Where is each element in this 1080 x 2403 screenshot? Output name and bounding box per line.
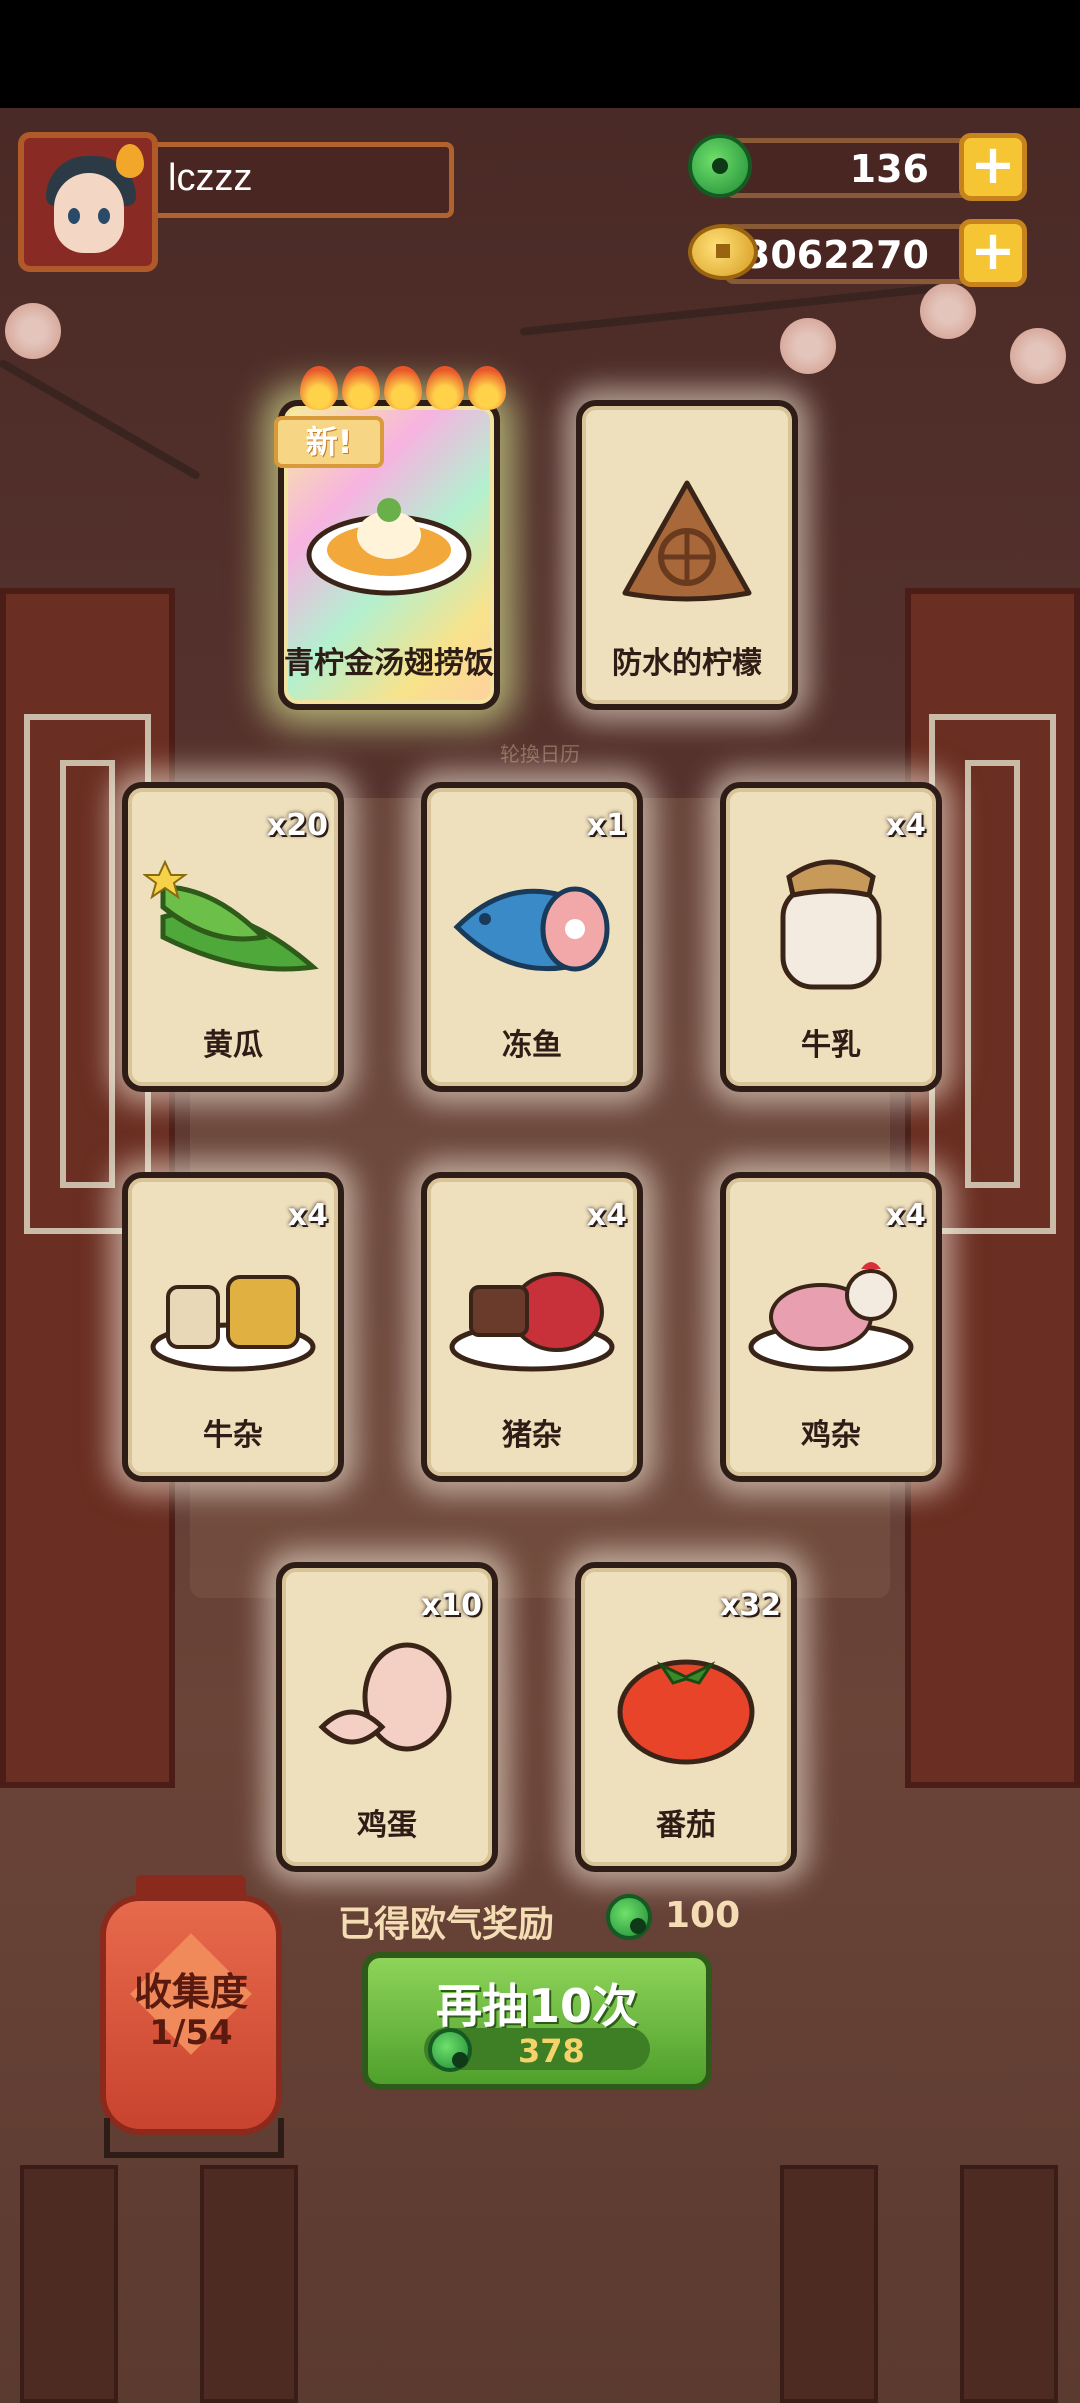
new-badge: 新!: [274, 416, 384, 468]
draw-cost: 378: [518, 2032, 585, 2070]
card-count: x4: [885, 1198, 926, 1233]
player-avatar[interactable]: [18, 132, 158, 272]
reward-label: 已得欧气奖励: [338, 1904, 555, 1945]
flame-icon: [384, 366, 422, 410]
card-label: 鸡蛋: [357, 1808, 417, 1843]
branch-decoration: [0, 358, 202, 481]
card-beef-offal[interactable]: x4 牛杂: [122, 1172, 344, 1482]
branch-decoration: [519, 284, 939, 336]
blossom-decoration: [1010, 328, 1066, 384]
collection-lantern[interactable]: 收集度 1/54: [100, 1875, 282, 2135]
blossom-decoration: [780, 318, 836, 374]
card-fish[interactable]: x1 冻鱼: [421, 782, 643, 1092]
flame-icon: [426, 366, 464, 410]
card-count: x32: [719, 1588, 781, 1623]
jade-icon: [688, 134, 752, 198]
card-tomato[interactable]: x32 番茄: [575, 1562, 797, 1872]
card-count: x10: [420, 1588, 482, 1623]
card-chicken-offal[interactable]: x4 鸡杂: [720, 1172, 942, 1482]
card-featured-rare[interactable]: 新! 青柠金汤翅捞饭: [274, 366, 506, 710]
card-label: 猪杂: [502, 1418, 562, 1453]
player-name-bar: lczzz: [158, 142, 454, 218]
flame-rating: [300, 366, 506, 410]
fence-post: [20, 2165, 118, 2403]
flame-icon: [468, 366, 506, 410]
card-label: 防水的柠檬: [612, 646, 762, 681]
card-milk[interactable]: x4 牛乳: [720, 782, 942, 1092]
shelf-caption: 轮換日历: [500, 742, 580, 766]
jade-currency: 136 +: [724, 133, 1027, 201]
card-label: 冻鱼: [502, 1028, 562, 1063]
card-count: x1: [586, 808, 627, 843]
card-count: x20: [266, 808, 328, 843]
card-label: 黄瓜: [203, 1028, 263, 1063]
card-label: 牛杂: [203, 1418, 263, 1453]
egg-icon: [318, 1642, 452, 1752]
card-label: 鸡杂: [801, 1418, 861, 1453]
card-egg[interactable]: x10 鸡蛋: [276, 1562, 498, 1872]
flame-icon: [300, 366, 338, 410]
jade-icon: [606, 1894, 652, 1940]
player-name: lczzz: [168, 157, 253, 199]
offal-dish-icon: [150, 1275, 316, 1372]
collection-progress: 1/54: [149, 2013, 233, 2053]
lemon-icon: [622, 480, 752, 602]
add-jade-button[interactable]: +: [959, 133, 1027, 201]
collection-label: 收集度: [133, 1970, 248, 2014]
jade-icon: [428, 2028, 472, 2072]
cucumber-icon: [143, 859, 319, 972]
offal-dish-icon: [449, 1272, 615, 1372]
blossom-decoration: [5, 303, 61, 359]
card-label: 牛乳: [801, 1028, 861, 1063]
card-count: x4: [885, 808, 926, 843]
blossom-decoration: [920, 283, 976, 339]
card-label: 番茄: [656, 1808, 716, 1843]
milk-jar-icon: [780, 859, 882, 990]
lantern-stand: [104, 2118, 284, 2158]
add-coins-button[interactable]: +: [959, 219, 1027, 287]
card-count: x4: [586, 1198, 627, 1233]
flame-icon: [342, 366, 380, 410]
fence-post: [780, 2165, 878, 2403]
card-cucumber[interactable]: x20 黄瓜: [122, 782, 344, 1092]
flame-icon: [116, 144, 144, 178]
jade-amount: 136: [849, 147, 929, 191]
dish-icon: [306, 498, 472, 596]
card-pork-offal[interactable]: x4 猪杂: [421, 1172, 643, 1482]
draw-button-label: 再抽10次: [435, 1979, 638, 2033]
chicken-dish-icon: [748, 1262, 914, 1372]
tomato-icon: [617, 1659, 755, 1765]
fence-post: [960, 2165, 1058, 2403]
coin-currency: 13062270 +: [717, 219, 1027, 287]
card-count: x4: [287, 1198, 328, 1233]
status-bar: [0, 0, 1080, 108]
card-label: 青柠金汤翅捞饭: [284, 646, 494, 681]
coin-icon: [688, 224, 758, 280]
fence-post: [200, 2165, 298, 2403]
draw-again-button[interactable]: 再抽10次 378: [362, 1952, 712, 2090]
fish-icon: [453, 886, 610, 972]
card-featured[interactable]: 防水的柠檬: [576, 400, 798, 710]
reward-value: 100: [665, 1895, 741, 1936]
